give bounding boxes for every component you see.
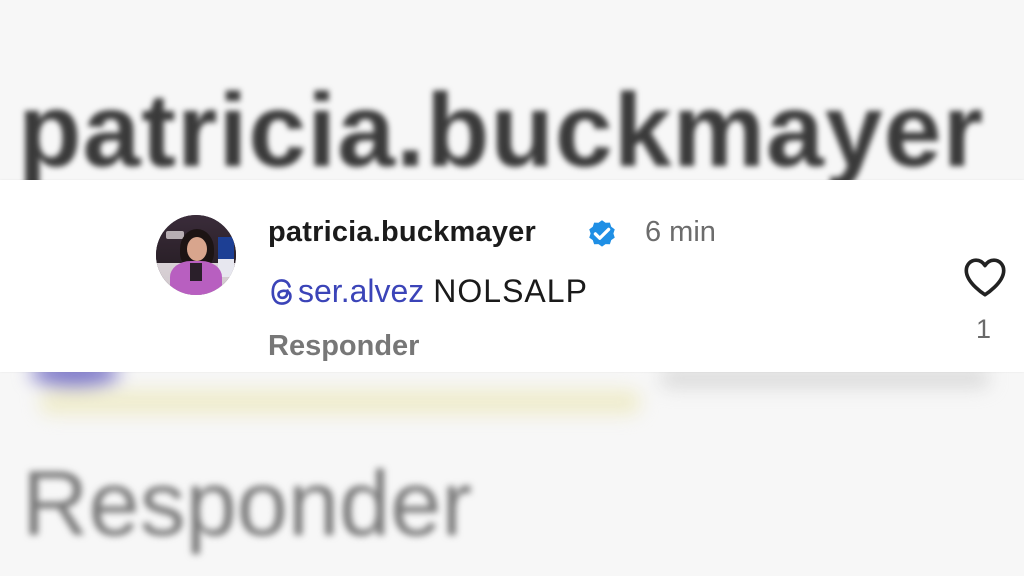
threads-icon <box>271 278 292 305</box>
comment-card: patricia.buckmayer 6 min ser.alvez NOLSA… <box>0 180 1024 372</box>
mention-link[interactable]: ser.alvez <box>268 273 424 310</box>
like-count: 1 <box>976 314 992 344</box>
reply-button[interactable]: Responder <box>268 330 419 363</box>
zoomed-reply-label: Responder <box>22 453 473 555</box>
heart-outline-icon[interactable] <box>962 256 1008 298</box>
comment-body: NOLSALP <box>433 273 588 309</box>
comment-text: ser.alvez NOLSALP <box>268 273 588 310</box>
comment-timestamp: 6 min <box>645 216 716 248</box>
zoomed-username: patricia.buckmayer <box>18 73 985 189</box>
verified-badge-icon <box>589 220 615 247</box>
mention-username: ser.alvez <box>298 273 425 309</box>
comment-username[interactable]: patricia.buckmayer <box>268 216 536 249</box>
avatar[interactable] <box>156 215 236 295</box>
